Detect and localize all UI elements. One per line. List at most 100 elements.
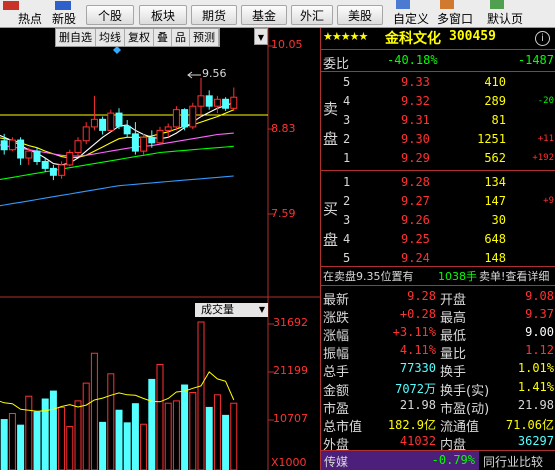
stat-value: 21.98 <box>399 397 436 412</box>
stat-row: 金额 7072万 换手(实) 1.41% <box>321 379 555 399</box>
candle-body <box>131 133 139 152</box>
volume-bar <box>172 400 180 470</box>
buys-row[interactable]: 4 9.25 648 <box>321 231 555 249</box>
volume-bar <box>58 406 66 470</box>
toolbar-new-stock-button[interactable]: 新股 <box>52 10 76 27</box>
sells-price: 9.33 <box>401 75 430 89</box>
tab-0[interactable]: 个股 <box>86 5 134 25</box>
chart-menu-dropdown-icon[interactable]: ▼ <box>254 28 268 45</box>
sells-level: 1 <box>343 151 351 165</box>
tab-4[interactable]: 外汇 <box>291 5 333 25</box>
volume-bar <box>0 419 8 470</box>
buys-price: 9.25 <box>401 232 430 246</box>
volume-bar <box>74 400 82 470</box>
sells-level: 4 <box>343 94 351 108</box>
divider <box>321 49 555 50</box>
chart-menu-item-0[interactable]: 删自选 <box>56 29 96 46</box>
custom-button[interactable]: 自定义 <box>393 10 429 27</box>
sells-row[interactable]: 5 9.33 410 <box>321 74 555 92</box>
tab-3[interactable]: 基金 <box>241 5 287 25</box>
buys-row[interactable]: 3 9.26 30 <box>321 212 555 230</box>
high-price-annotation: 9.56 <box>202 67 227 80</box>
sells-row[interactable]: 1 9.29 562 +192 <box>321 150 555 168</box>
volume-bar <box>17 424 25 470</box>
default-page-button[interactable]: 默认页 <box>487 10 523 27</box>
industry-change: -0.79% <box>431 453 475 467</box>
weibi-label: 委比 <box>323 57 350 72</box>
candle-body <box>123 125 131 135</box>
sells-row[interactable]: 2 9.30 1251 +11 <box>321 131 555 149</box>
custom-icon[interactable] <box>396 0 410 9</box>
toolbar-hot-button[interactable]: 热点 <box>18 10 42 27</box>
buys-row[interactable]: 1 9.28 134 <box>321 174 555 192</box>
volume-bar <box>33 411 41 470</box>
sells-change: -20 <box>537 96 554 106</box>
volume-bar <box>213 394 221 470</box>
new-stock-icon[interactable] <box>55 1 71 10</box>
stat-value: 7072万 <box>395 381 436 396</box>
candle-body <box>82 126 90 142</box>
candle-body <box>107 112 115 131</box>
chart-menu-item-5[interactable]: 预测 <box>190 29 219 46</box>
stat-row: 总手 77330 换手 1.01% <box>321 360 555 380</box>
buys-row[interactable]: 2 9.27 147 +9 <box>321 193 555 211</box>
stat-value: 9.28 <box>407 289 436 303</box>
sells-row[interactable]: 4 9.32 289 -20 <box>321 93 555 111</box>
chart-menu-bar: 删自选 均线 复权叠品预测 <box>55 28 220 47</box>
volume-bar <box>66 426 74 470</box>
multi-window-icon[interactable] <box>440 0 454 9</box>
chart-menu-item-3[interactable]: 叠 <box>154 29 172 46</box>
candle-body <box>172 109 180 128</box>
industry-compare-link[interactable]: 同行业比较 <box>483 453 543 470</box>
tab-1[interactable]: 板块 <box>139 5 187 25</box>
candle-body <box>115 112 123 127</box>
sells-change: +11 <box>537 134 554 144</box>
top-toolbar: 热点 新股 个股 板块 期货 基金 外汇 美股 自定义 多窗口 默认页 <box>0 0 555 28</box>
sells-row[interactable]: 3 9.31 81 <box>321 112 555 130</box>
candle-body <box>49 167 57 176</box>
chart-menu-item-1[interactable]: 均线 <box>96 29 125 46</box>
default-page-icon[interactable] <box>490 0 504 9</box>
candle-body <box>213 98 221 107</box>
buys-level: 1 <box>343 175 351 189</box>
stock-code: 300459 <box>449 29 496 44</box>
stat-value: +3.11% <box>392 325 436 340</box>
volume-bar <box>82 382 90 470</box>
stat-value: 1.41% <box>517 379 554 394</box>
volume-bar <box>107 373 115 470</box>
volume-unit: X1000 <box>271 456 307 469</box>
notice-detail-link[interactable]: 卖单!查看详细 <box>479 268 549 284</box>
multi-window-button[interactable]: 多窗口 <box>437 10 473 27</box>
buys-volume: 134 <box>484 175 506 189</box>
sells-price: 9.31 <box>401 113 430 127</box>
buys-level: 3 <box>343 213 351 227</box>
hot-icon[interactable] <box>3 1 19 10</box>
kline-chart[interactable]: 删自选 均线 复权叠品预测 10.05 8.83 7.59 9.56 成交量 ▼ 3… <box>0 28 320 470</box>
stat-row: 市盈 21.98 市盈(动) 21.98 <box>321 397 555 417</box>
buys-volume: 30 <box>491 213 506 227</box>
volume-bar <box>148 378 156 470</box>
tab-2[interactable]: 期货 <box>191 5 237 25</box>
big-order-notice[interactable]: 在卖盘9.35位置有 1038手 卖单!查看详细 <box>321 268 555 284</box>
buys-level: 5 <box>343 251 351 265</box>
candle-body <box>148 136 156 144</box>
weibi-pct: -40.18% <box>387 53 438 67</box>
info-icon[interactable]: i <box>535 31 550 46</box>
buys-price: 9.26 <box>401 213 430 227</box>
candle-body <box>164 126 172 131</box>
volume-bar <box>140 423 148 470</box>
stat-value: 9.00 <box>525 325 554 340</box>
sells-volume: 562 <box>484 151 506 165</box>
industry-bar[interactable]: 传媒 -0.79% <box>321 451 479 470</box>
candle-body <box>33 150 41 162</box>
industry-name: 传媒 <box>324 455 349 469</box>
chart-menu-item-4[interactable]: 品 <box>172 29 190 46</box>
tab-5[interactable]: 美股 <box>337 5 383 25</box>
volume-bar <box>222 414 230 470</box>
buys-price: 9.24 <box>401 251 430 265</box>
volume-title[interactable]: 成交量 ▼ <box>195 303 268 317</box>
stat-row: 总市值 182.9亿 流通值 71.06亿 <box>321 415 555 435</box>
dropdown-arrow-icon[interactable]: ▼ <box>259 303 265 317</box>
chart-menu-item-2[interactable]: 复权 <box>125 29 154 46</box>
volume-bar <box>90 352 98 470</box>
